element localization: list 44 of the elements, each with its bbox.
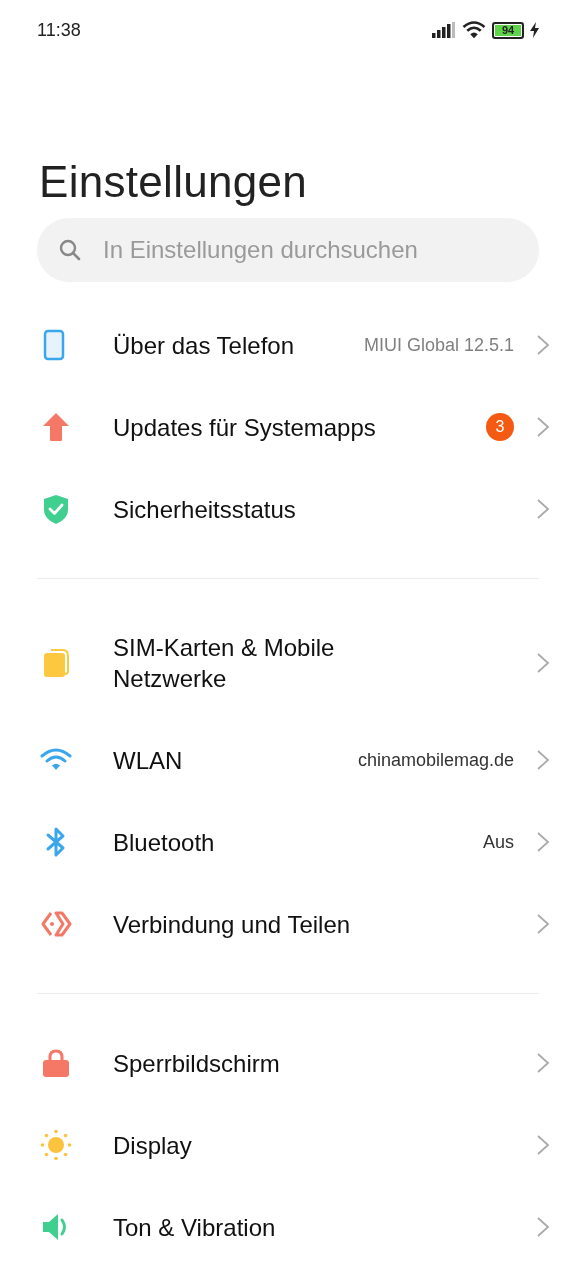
item-label: Verbindung und Teilen <box>113 909 351 940</box>
settings-item[interactable]: Ton & Vibration <box>0 1186 576 1268</box>
settings-item[interactable]: WLAN chinamobilemag.de <box>0 719 576 801</box>
chevron-icon <box>536 1052 550 1074</box>
chevron-icon <box>536 831 550 853</box>
search-icon <box>59 239 81 261</box>
count-badge: 3 <box>486 413 514 441</box>
chevron-icon <box>536 498 550 520</box>
item-label: Über das Telefon <box>113 330 294 361</box>
charging-icon <box>530 22 539 38</box>
settings-item[interactable]: Bluetooth Aus <box>0 801 576 883</box>
item-label: Bluetooth <box>113 827 215 858</box>
settings-item[interactable]: Updates für Systemapps 3 <box>0 386 576 468</box>
wifi-icon <box>462 21 486 39</box>
search-field[interactable]: In Einstellungen durchsuchen <box>37 218 539 282</box>
chevron-icon <box>536 416 550 438</box>
signal-icon <box>432 22 456 38</box>
item-label: WLAN <box>113 745 183 776</box>
chevron-icon <box>536 1134 550 1156</box>
settings-item[interactable]: Sicherheitsstatus <box>0 468 576 550</box>
sun-icon <box>40 1129 72 1161</box>
chevron-icon <box>536 652 550 674</box>
chevron-icon <box>536 749 550 771</box>
settings-item[interactable]: Display <box>0 1104 576 1186</box>
settings-item[interactable]: Verbindung und Teilen <box>0 883 576 965</box>
item-label: Sicherheitsstatus <box>113 494 296 525</box>
item-value: MIUI Global 12.5.1 <box>363 334 514 356</box>
item-label: Ton & Vibration <box>113 1212 276 1243</box>
battery-icon: 94 <box>492 21 524 39</box>
item-value: chinamobilemag.de <box>357 749 514 771</box>
item-label: Sperrbildschirm <box>113 1048 280 1079</box>
chevron-icon <box>536 913 550 935</box>
clock: 11:38 <box>37 19 81 41</box>
chevron-icon <box>536 1216 550 1238</box>
page-title: Einstellungen <box>39 156 309 208</box>
settings-item[interactable]: Über das Telefon MIUI Global 12.5.1 <box>0 304 576 386</box>
chevron-icon <box>536 334 550 356</box>
item-label: Display <box>113 1130 192 1161</box>
item-value: Aus <box>482 831 514 853</box>
item-label: SIM-Karten & Mobile Netzwerke <box>113 633 336 694</box>
item-label: Updates für Systemapps <box>113 412 376 443</box>
settings-item[interactable]: SIM-Karten & Mobile Netzwerke <box>0 607 576 719</box>
settings-item[interactable]: Sperrbildschirm <box>0 1022 576 1104</box>
lock-icon <box>40 1047 72 1079</box>
